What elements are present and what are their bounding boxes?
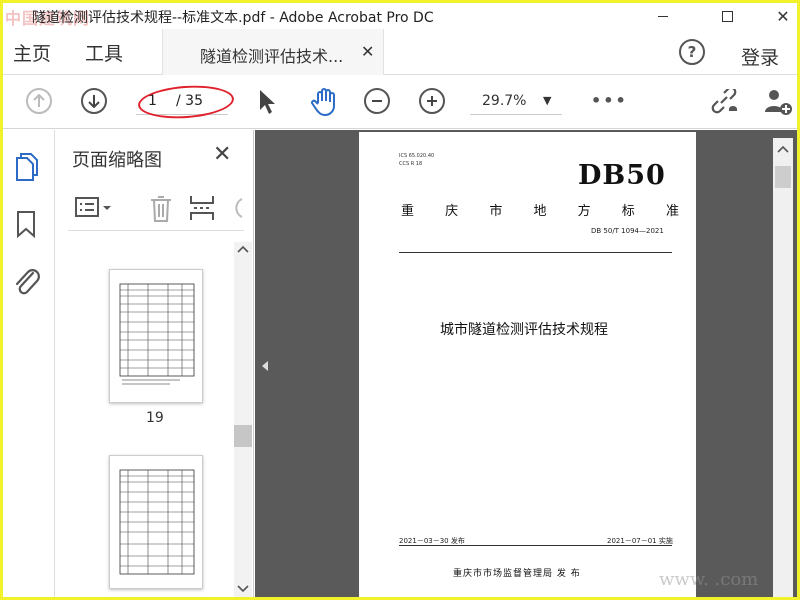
standard-char: 地 — [533, 204, 547, 219]
standard-char: 重 — [401, 204, 415, 219]
issuer: 重庆市市场监督管理局 发 布 — [453, 569, 581, 579]
window-title: 隧道检测评估技术规程--标准文本.pdf - Adobe Acrobat Pro… — [32, 10, 434, 26]
document-title: 城市隧道检测评估技术规程 — [440, 322, 608, 338]
thumbnail-list: 19 — [56, 242, 236, 597]
thumbnail-page-19[interactable] — [109, 269, 203, 403]
tab-tools[interactable]: 工具 — [85, 39, 123, 66]
scroll-down-icon[interactable] — [237, 584, 249, 594]
hand-icon — [311, 88, 335, 116]
more-tools-button[interactable]: ••• — [591, 91, 628, 110]
login-button[interactable]: 登录 — [741, 43, 779, 70]
minimize-button[interactable] — [643, 3, 683, 29]
next-page-button[interactable] — [81, 88, 107, 114]
link-icon — [711, 89, 737, 114]
thumbnail-scrollbar[interactable] — [234, 242, 252, 597]
divider — [399, 545, 672, 546]
scroll-up-icon[interactable] — [777, 144, 789, 154]
document-tab-label: 隧道检测评估技术... — [200, 47, 344, 66]
insert-page-button[interactable] — [188, 193, 216, 223]
maximize-button[interactable] — [707, 3, 747, 29]
select-tool-button[interactable] — [258, 89, 276, 115]
thumbnail-page-label: 19 — [146, 410, 164, 426]
pages-icon — [16, 153, 38, 181]
ccs-line: CCS R 18 — [399, 161, 423, 167]
standard-char: 准 — [665, 204, 679, 219]
zoom-out-button[interactable] — [364, 88, 390, 114]
previous-page-button[interactable] — [26, 88, 52, 114]
arrow-up-icon — [26, 88, 52, 114]
page-thumbnails-button[interactable] — [13, 152, 39, 182]
hand-tool-button[interactable] — [309, 87, 339, 117]
standard-char: 方 — [577, 204, 591, 219]
zoom-value: 29.7% — [482, 93, 527, 109]
pdf-page: ICS 65.020.40 CCS R 18 DB50 重 庆 市 地 方 标 … — [359, 132, 696, 597]
rotate-icon — [235, 198, 243, 218]
add-user-icon — [765, 90, 792, 115]
paperclip-icon — [15, 269, 40, 295]
cursor-arrow-icon — [260, 90, 275, 114]
ics-code: ICS 65.020.40 CCS R 18 — [399, 152, 434, 168]
divider — [399, 252, 672, 253]
bookmark-icon — [17, 211, 35, 238]
minus-icon — [364, 88, 390, 114]
trash-icon — [151, 196, 171, 222]
thumbnail-options-button[interactable] — [74, 195, 114, 221]
standard-number: DB 50/T 1094—2021 — [591, 227, 664, 235]
thumbnail-table-preview — [119, 283, 195, 385]
toolbar: 1 / 35 29.7% ▼ ••• — [3, 75, 797, 129]
bookmarks-button[interactable] — [16, 210, 36, 238]
ics-line: ICS 65.020.40 — [399, 153, 435, 159]
tab-bar: 主页 工具 隧道检测评估技术... ✕ ? 登录 — [3, 29, 797, 75]
close-window-button[interactable]: ✕ — [763, 3, 797, 29]
collapse-panel-handle[interactable] — [261, 360, 269, 375]
standard-char: 庆 — [445, 204, 459, 219]
zoom-select[interactable]: 29.7% ▼ — [470, 87, 562, 115]
add-user-button[interactable] — [763, 88, 793, 116]
standard-char: 标 — [621, 204, 635, 219]
db-code: DB50 — [578, 160, 666, 191]
rotate-page-button[interactable] — [228, 193, 244, 223]
thumbnails-panel: 页面缩略图 ✕ 19 — [56, 130, 254, 597]
arrow-down-icon — [81, 88, 107, 114]
plus-icon — [419, 88, 445, 114]
attachments-button[interactable] — [13, 265, 41, 297]
watermark-text: www. .com — [659, 569, 759, 590]
scroll-up-icon[interactable] — [237, 244, 249, 254]
tab-home[interactable]: 主页 — [13, 39, 51, 66]
share-link-button[interactable] — [709, 89, 741, 115]
document-scrollbar[interactable] — [773, 138, 793, 597]
delete-page-button[interactable] — [147, 193, 175, 223]
acrobat-window: 中国建筑网 隧道检测评估技术规程--标准文本.pdf - Adobe Acrob… — [3, 3, 797, 597]
standard-char: 市 — [489, 204, 503, 219]
zoom-in-button[interactable] — [419, 88, 445, 114]
chevron-left-icon — [262, 361, 268, 371]
scrollbar-thumb[interactable] — [234, 425, 252, 447]
panel-toolbar — [68, 185, 244, 231]
help-icon[interactable]: ? — [679, 39, 705, 65]
insert-page-icon — [190, 196, 214, 220]
standard-type: 重 庆 市 地 方 标 准 — [401, 200, 679, 219]
list-options-icon — [75, 197, 111, 217]
thumbnail-page-20[interactable] — [109, 455, 203, 589]
thumbnail-table-preview — [119, 469, 195, 575]
tab-document[interactable]: 隧道检测评估技术... ✕ — [162, 29, 384, 75]
document-view[interactable]: ICS 65.020.40 CCS R 18 DB50 重 庆 市 地 方 标 … — [255, 130, 797, 597]
panel-title: 页面缩略图 — [72, 150, 162, 171]
left-nav-rail — [3, 130, 55, 597]
close-panel-button[interactable]: ✕ — [213, 142, 231, 167]
title-bar: 中国建筑网 隧道检测评估技术规程--标准文本.pdf - Adobe Acrob… — [3, 3, 797, 29]
scrollbar-thumb[interactable] — [775, 166, 791, 188]
close-tab-button[interactable]: ✕ — [361, 42, 374, 61]
chevron-down-icon: ▼ — [543, 94, 552, 107]
